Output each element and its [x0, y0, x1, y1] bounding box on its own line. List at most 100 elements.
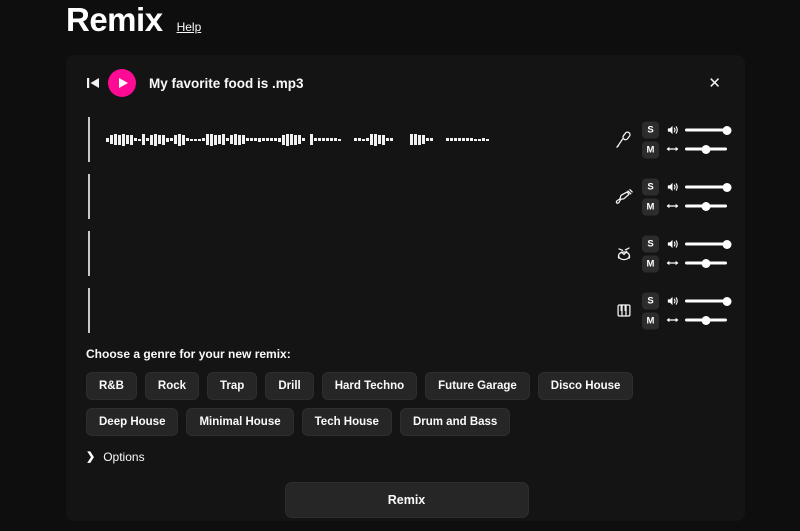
pan-icon[interactable] — [666, 314, 679, 327]
solo-mute-group: SM — [642, 292, 659, 329]
volume-icon[interactable] — [666, 295, 679, 308]
skip-back-icon[interactable] — [86, 76, 100, 90]
close-icon[interactable]: ✕ — [702, 72, 727, 95]
waveform-bar — [354, 138, 357, 141]
waveform-bar — [194, 138, 197, 141]
pan-icon[interactable] — [666, 257, 679, 270]
genre-button-list: R&B Rock Trap Drill Hard Techno Future Garage… — [86, 372, 727, 436]
waveform-bar — [310, 134, 313, 145]
pan-slider-row — [666, 313, 727, 327]
genre-button[interactable]: Hard Techno — [321, 372, 418, 400]
pan-slider-knob[interactable] — [701, 315, 711, 325]
waveform-bar — [198, 138, 201, 141]
waveform-bar — [178, 133, 181, 146]
track-list: SMSMSMSM — [66, 111, 745, 339]
volume-slider-knob[interactable] — [722, 182, 732, 192]
pan-slider-knob[interactable] — [701, 144, 711, 154]
mixer-strip: SM — [613, 292, 732, 329]
waveform-bar — [174, 135, 177, 144]
volume-slider-knob[interactable] — [722, 125, 732, 135]
remix-button[interactable]: Remix — [284, 482, 529, 518]
waveform-bar — [126, 135, 129, 144]
genre-button[interactable]: Future Garage — [425, 372, 530, 400]
genre-button[interactable]: Deep House — [86, 408, 179, 436]
play-button[interactable] — [108, 69, 136, 97]
solo-button[interactable]: S — [642, 178, 659, 195]
solo-button[interactable]: S — [642, 121, 659, 138]
waveform-bar — [314, 138, 317, 141]
pan-slider-knob[interactable] — [701, 201, 711, 211]
waveform-bar — [250, 138, 253, 141]
mute-button[interactable]: M — [642, 198, 659, 215]
pan-slider[interactable] — [685, 315, 727, 325]
waveform-bar — [166, 137, 169, 142]
volume-slider[interactable] — [685, 182, 732, 192]
genre-button[interactable]: Rock — [144, 372, 200, 400]
pan-icon[interactable] — [666, 200, 679, 213]
mute-button[interactable]: M — [642, 255, 659, 272]
genre-button[interactable]: Disco House — [537, 372, 634, 400]
volume-slider-row — [666, 123, 732, 137]
waveform-bar — [370, 134, 373, 145]
genre-button[interactable]: Tech House — [301, 408, 392, 436]
waveform-bar — [446, 138, 449, 141]
playhead[interactable] — [88, 231, 90, 276]
volume-icon[interactable] — [666, 124, 679, 137]
pan-slider-knob[interactable] — [701, 258, 711, 268]
page-header: Remix Help — [0, 0, 800, 46]
volume-slider[interactable] — [685, 125, 732, 135]
waveform-bar — [226, 138, 229, 141]
waveform-bar — [122, 133, 125, 146]
volume-icon[interactable] — [666, 181, 679, 194]
playhead[interactable] — [88, 117, 90, 162]
waveform-bar — [254, 138, 257, 141]
waveform-bar — [458, 138, 461, 141]
remix-action-row: Remix — [86, 482, 727, 518]
pan-slider[interactable] — [685, 258, 727, 268]
genre-button[interactable]: R&B — [86, 372, 137, 400]
waveform-bar — [454, 138, 457, 141]
solo-button[interactable]: S — [642, 292, 659, 309]
genre-button[interactable]: Trap — [207, 372, 258, 400]
pan-slider-row — [666, 199, 727, 213]
waveform-bar — [182, 134, 185, 145]
waveform-bar — [382, 134, 385, 145]
volume-slider-row — [666, 237, 732, 251]
remix-panel: My favorite food is .mp3 ✕ SMSMSMSM Choo… — [66, 55, 745, 521]
waveform-bar — [338, 138, 341, 141]
options-expander[interactable]: ❯ Options — [86, 450, 145, 464]
playhead[interactable] — [88, 288, 90, 333]
mixer-strip: SM — [613, 121, 732, 158]
solo-button[interactable]: S — [642, 235, 659, 252]
waveform-bar — [186, 138, 189, 141]
volume-slider-knob[interactable] — [722, 296, 732, 306]
waveform-bar — [234, 134, 237, 145]
waveform-bar — [430, 138, 433, 141]
mute-button[interactable]: M — [642, 141, 659, 158]
slider-group — [666, 294, 732, 327]
playhead[interactable] — [88, 174, 90, 219]
volume-slider-knob[interactable] — [722, 239, 732, 249]
waveform-bar — [218, 135, 221, 144]
volume-icon[interactable] — [666, 238, 679, 251]
waveform-bar — [130, 134, 133, 145]
pan-slider[interactable] — [685, 144, 727, 154]
waveform-bar — [274, 138, 277, 141]
waveform-bar — [474, 138, 477, 141]
waveform-bar — [106, 137, 109, 142]
mute-button[interactable]: M — [642, 312, 659, 329]
help-link[interactable]: Help — [177, 20, 202, 34]
waveform-bar — [358, 138, 361, 141]
volume-slider[interactable] — [685, 239, 732, 249]
volume-slider-row — [666, 180, 732, 194]
genre-button[interactable]: Drum and Bass — [399, 408, 511, 436]
waveform-bar — [418, 134, 421, 145]
waveform-bar — [210, 133, 213, 146]
genre-button[interactable]: Minimal House — [186, 408, 294, 436]
genre-button[interactable]: Drill — [265, 372, 314, 400]
pan-icon[interactable] — [666, 143, 679, 156]
pan-slider[interactable] — [685, 201, 727, 211]
waveform-bar — [190, 138, 193, 141]
waveform-bar — [114, 134, 117, 145]
volume-slider[interactable] — [685, 296, 732, 306]
